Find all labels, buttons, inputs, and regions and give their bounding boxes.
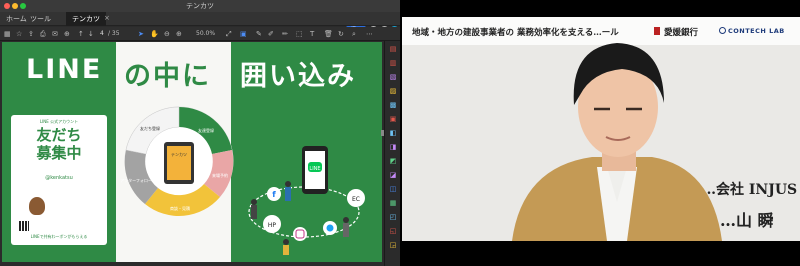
ec-node-label: EC [352,196,360,203]
grid-icon[interactable]: ▦ [4,30,11,38]
page-total: / 35 [108,30,120,37]
poster-title-line2: 募集中 [36,144,82,162]
poster-footer: LINEで共有わーボンがもらえる [30,234,88,239]
fit-page-icon[interactable]: ⤢ [226,30,232,38]
headline-line: LINE [26,54,103,85]
text-tool-icon[interactable]: T [310,30,314,38]
protect-icon[interactable]: ◨ [389,143,397,151]
scan-icon[interactable]: ▦ [389,199,397,207]
instagram-icon [293,227,307,241]
facebook-glyph: f [272,190,276,199]
ring-label-4: アフターフォロー [120,177,152,183]
poster-title-line1: 友だち [36,126,82,144]
friends-poster: LINE 公式アカウント 友だち 募集中 @kenkatsu LINEで共有わー… [11,115,107,245]
person-figure [251,199,257,205]
draw-icon[interactable]: ✏ [282,30,288,38]
star-icon[interactable]: ☆ [16,30,22,38]
rotate-icon[interactable]: ↻ [338,30,344,38]
zoom-in-icon[interactable]: ⊕ [64,30,70,38]
send-icon[interactable]: ◪ [389,171,397,179]
compress-icon[interactable]: ◫ [389,185,397,193]
mail-icon[interactable]: ✉ [52,30,58,38]
pdf-viewer-window: テンカツ ホーム ツール テンカツ × 購入 ▦ ☆ ⇪ ⎙ ✉ ⊕ ↑ ↓ 4… [0,0,400,266]
tab-bar: ホーム ツール テンカツ × 購入 [0,12,400,35]
ring-label-1: 友だち登録 [140,125,160,131]
more-icon[interactable]: ⋯ [366,30,373,38]
ring-center-logo: テンカツ [171,151,187,157]
person-figure-body [343,223,349,237]
ring-label-0: 友達登録 [198,127,214,133]
person-figure [283,239,289,245]
comment-tool-icon[interactable]: ▨ [389,87,397,95]
fill-sign-icon[interactable]: ◩ [389,157,397,165]
combine-icon[interactable]: ▩ [389,101,397,109]
person-figure-body [251,205,257,219]
zoom-in-tool-icon[interactable]: ⊕ [176,30,182,38]
search-icon[interactable]: ⌕ [352,30,356,38]
pdf-export-icon[interactable]: ▤ [389,45,397,53]
comment-icon[interactable]: ▣ [240,30,247,38]
print-production-icon[interactable]: ◱ [389,227,397,235]
person-figure-body [285,187,291,201]
zoom-out-icon[interactable]: ⊖ [164,30,170,38]
poster-top-text: LINE 公式アカウント [39,119,79,124]
person-figure-body [283,245,289,255]
tab-tools[interactable]: ツール [30,14,51,24]
stamp-icon[interactable]: ⬚ [296,30,303,38]
person-figure [343,217,349,223]
create-pdf-icon[interactable]: ▥ [389,59,397,67]
window-title: テンカツ [186,2,214,10]
highlight-icon[interactable]: ✐ [268,30,274,38]
tab-document[interactable]: テンカツ [66,12,106,26]
page-number-field[interactable]: 4 [100,30,104,37]
ring-label-2: 来場予約 [212,172,228,178]
customer-journey-ring: テンカツ 友達登録 来場予約 商談・見積 アフターフォロー 友だち登録 [120,106,234,216]
twitter-glyph [326,224,334,232]
tools-sidebar: ▤ ▥ ▧ ▨ ▩ ▣ ◧ ◨ ◩ ◪ ◫ ▦ ◰ ◱ ◲ [384,41,400,266]
speaker-figure [512,43,722,241]
screen: テンカツ ホーム ツール テンカツ × 購入 ▦ ☆ ⇪ ⎙ ✉ ⊕ ↑ ↓ 4… [0,0,800,266]
prev-page-icon[interactable]: ↑ [78,30,84,38]
ring-label-3: 商談・見積 [170,205,190,211]
organize-icon[interactable]: ▣ [389,115,397,123]
pen-icon[interactable]: ✎ [256,30,262,38]
tab-home[interactable]: ホーム [6,14,27,24]
measure-icon[interactable]: ◰ [389,213,397,221]
headline-right: 囲い込み [240,61,356,92]
line-node-label: LINE [309,166,320,172]
title-bar: テンカツ [0,0,400,12]
select-cursor-icon[interactable]: ➤ [138,30,144,38]
upload-icon[interactable]: ⇪ [28,30,34,38]
headline-middle: の中に [124,61,211,92]
close-tab-icon[interactable]: × [104,14,110,22]
trash-icon[interactable]: 🗑 [324,30,333,38]
zoom-level[interactable]: 50.0% [196,30,215,37]
certificates-icon[interactable]: ◲ [389,241,397,249]
edit-pdf-icon[interactable]: ▧ [389,73,397,81]
toolbar: ▦ ☆ ⇪ ⎙ ✉ ⊕ ↑ ↓ 4 / 35 ➤ ✋ ⊖ ⊕ 50.0% ⤢ ▣… [0,27,400,41]
print-icon[interactable]: ⎙ [40,30,46,38]
network-illustration: LINE f EC HP [248,146,365,255]
poster-handle: @kenkatsu [45,175,73,181]
qr-code [19,221,29,231]
slide-page: LINE の中に 囲い込み LINE 公式アカウント 友だち 募集中 @kenk… [2,42,382,262]
redact-icon[interactable]: ◧ [389,129,397,137]
webcam-frame: 地域・地方の建設事業者の 業務効率化を支える…ール 愛媛銀行 CONTECH L… [402,17,800,241]
bear-illustration [29,197,45,215]
slide-headline: LINE の中に 囲い込み [2,54,382,94]
next-page-icon[interactable]: ↓ [88,30,94,38]
person-figure [285,181,291,187]
webcam-panel: 地域・地方の建設事業者の 業務効率化を支える…ール 愛媛銀行 CONTECH L… [402,0,800,266]
hand-icon[interactable]: ✋ [150,30,159,38]
hp-node-label: HP [268,222,277,229]
